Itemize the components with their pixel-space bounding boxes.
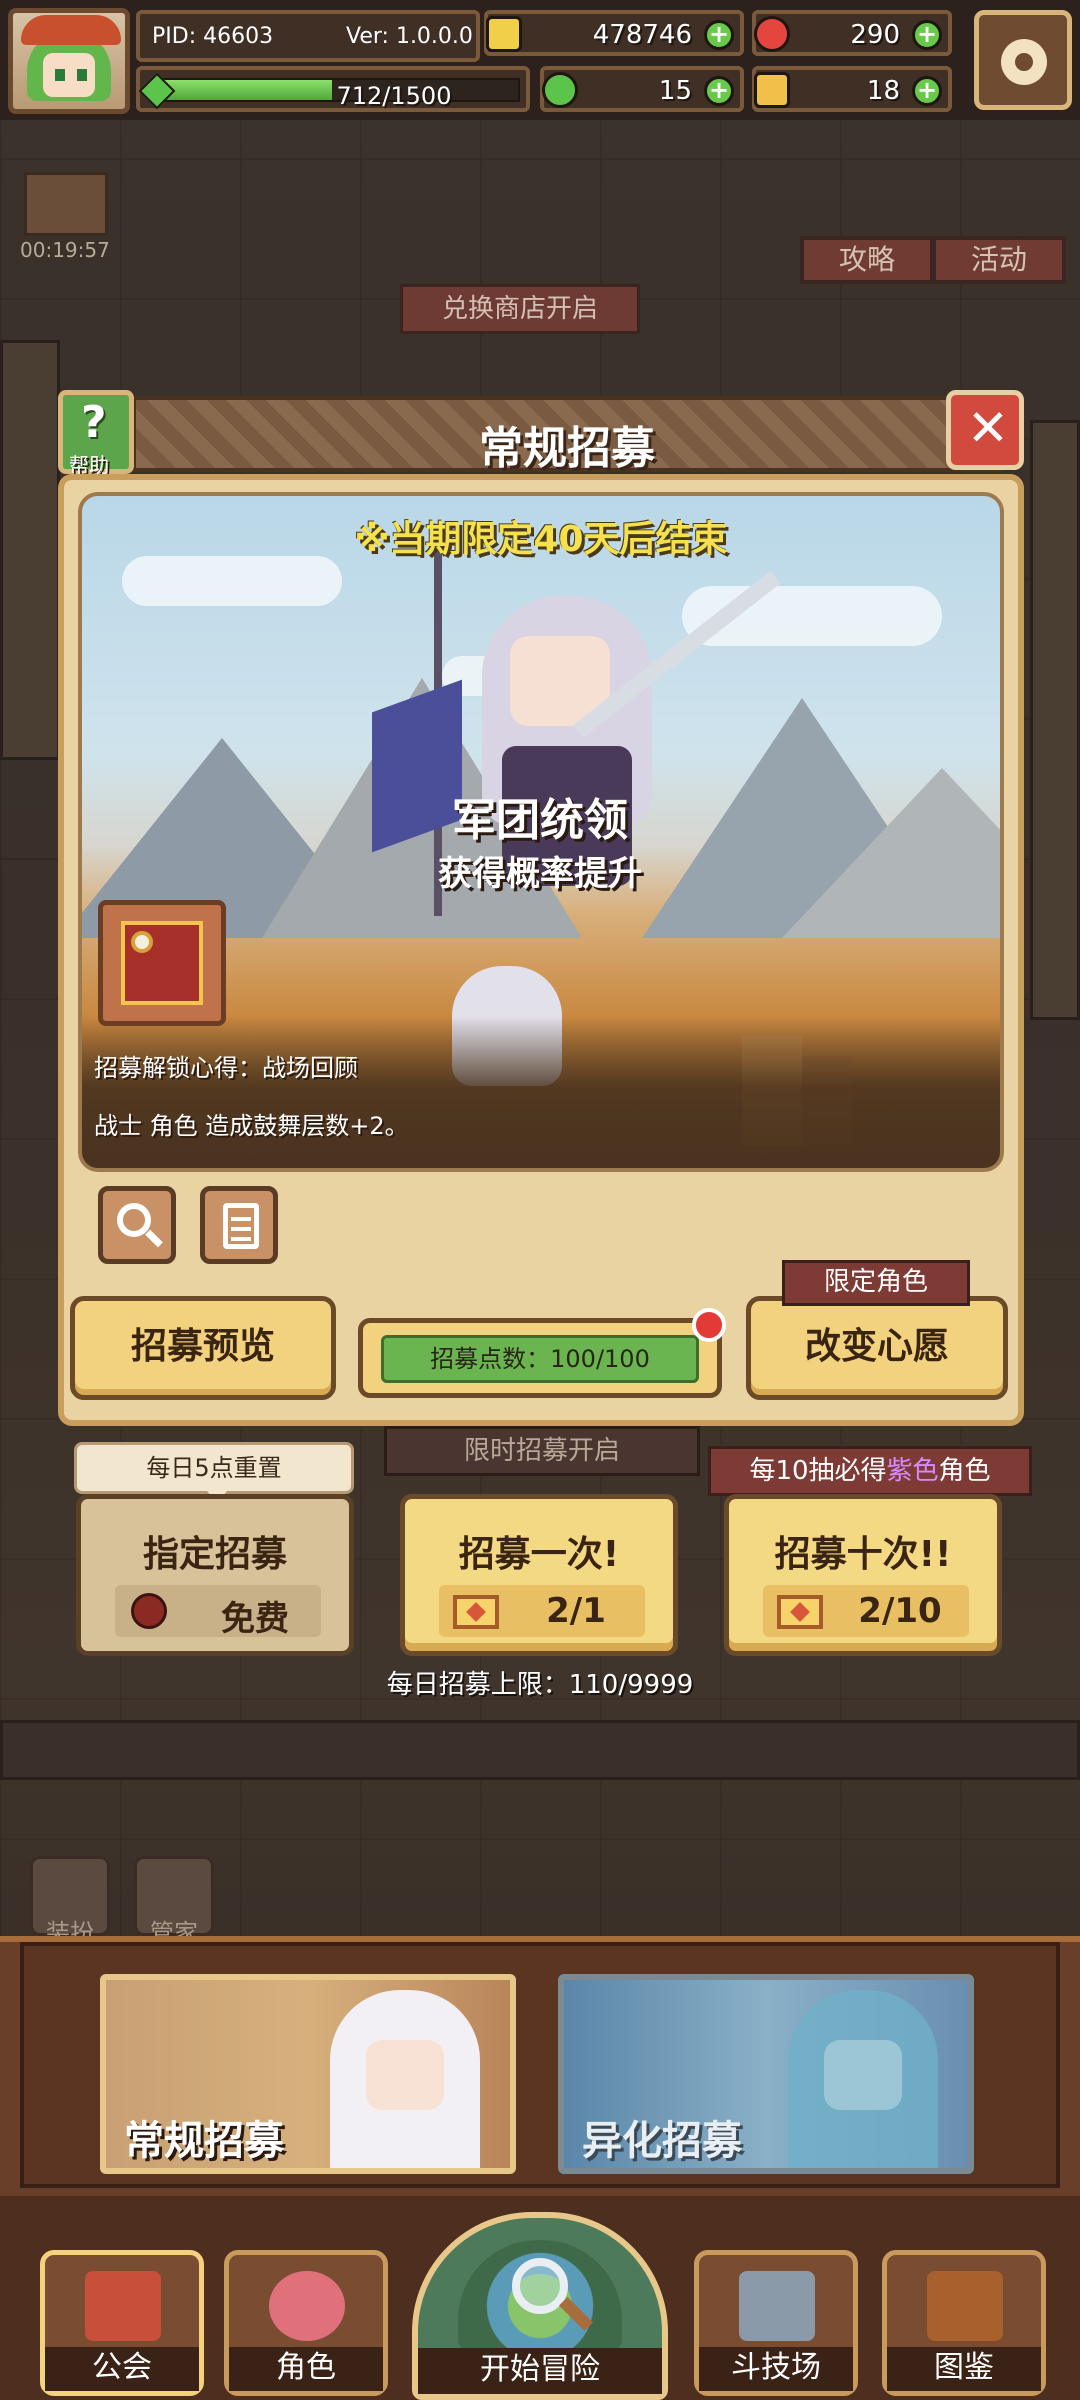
guild-house-icon	[85, 2271, 161, 2341]
background-floor	[0, 1720, 1080, 1780]
inspect-button[interactable]	[98, 1186, 176, 1264]
unlock-insight-description: 战士 角色 造成鼓舞层数+2。	[94, 1112, 409, 1140]
unlock-insight-text: 招募解锁心得：战场回顾	[94, 1054, 358, 1082]
add-gem-button[interactable]: +	[912, 20, 942, 50]
nav-codex[interactable]: 图鉴	[882, 2250, 1046, 2396]
strategy-button: 攻略	[800, 236, 934, 284]
exp-value: 712/1500	[336, 82, 452, 110]
dress-up-button: 装扮	[30, 1856, 110, 1947]
settings-button[interactable]	[974, 10, 1072, 110]
experience-box: 712/1500	[136, 66, 530, 112]
close-button[interactable]: ✕	[946, 390, 1024, 470]
exchange-shop-banner: 兑换商店开启	[400, 284, 640, 334]
recruit-points: 招募点数：100/100	[381, 1335, 699, 1383]
exp-bar: 712/1500	[162, 78, 520, 110]
background-shelf	[0, 340, 60, 760]
recruit-once-label: 招募一次!	[458, 1534, 620, 1575]
add-gold-button[interactable]: +	[704, 20, 734, 50]
crossed-swords-icon	[739, 2271, 815, 2341]
nav-arena-label: 斗技场	[699, 2347, 853, 2391]
modal-title: 常规招募	[479, 423, 655, 474]
normal-recruit-label: 常规招募	[124, 2118, 284, 2164]
help-button[interactable]: ? 帮助	[58, 390, 134, 477]
recruit-ten-button[interactable]: 招募十次!! 2/10	[724, 1494, 1002, 1656]
nav-role-label: 角色	[229, 2347, 383, 2391]
daily-recruit-limit: 每日招募上限：110/9999	[386, 1670, 694, 1700]
heart-ticket-icon	[777, 1595, 823, 1629]
codex-book-icon	[927, 2271, 1003, 2341]
list-icon	[223, 1203, 259, 1249]
gold-currency: 478746 +	[484, 10, 744, 56]
rate-up-text: 获得概率提升	[438, 854, 642, 894]
recruit-once-cost: 2/1	[439, 1585, 645, 1637]
unlock-reward-icon[interactable]	[98, 900, 226, 1026]
recruit-ten-cost-value: 2/10	[858, 1591, 942, 1631]
clover-amount: 15	[658, 76, 692, 106]
add-clover-button[interactable]: +	[704, 76, 734, 106]
banner-notice: ※当期限定40天后结束	[354, 519, 728, 560]
recruit-preview-button[interactable]: 招募预览	[70, 1296, 336, 1400]
clover-currency: 15 +	[540, 66, 744, 112]
alien-recruit-tab[interactable]: 异化招募	[558, 1974, 974, 2174]
ticket-currency: 18 +	[752, 66, 952, 112]
nav-guild-label: 公会	[45, 2347, 199, 2391]
designated-recruit-button[interactable]: 指定招募 免费	[76, 1494, 354, 1656]
normal-recruit-tab[interactable]: 常规招募	[100, 1974, 516, 2174]
character-bear-icon	[269, 2271, 345, 2341]
background-shelf	[1030, 420, 1080, 1020]
ticket-icon	[754, 72, 790, 108]
recruit-once-cost-value: 2/1	[546, 1591, 606, 1631]
recruit-ten-label: 招募十次!!	[774, 1534, 952, 1575]
recruit-ten-cost: 2/10	[763, 1585, 969, 1637]
nav-role[interactable]: 角色	[224, 2250, 388, 2396]
nav-adventure-label: 开始冒险	[418, 2348, 662, 2394]
details-button[interactable]	[200, 1186, 278, 1264]
question-mark-icon: ?	[81, 397, 107, 448]
limited-character-tag: 限定角色	[782, 1260, 970, 1306]
change-wish-button[interactable]: 改变心愿	[746, 1296, 1008, 1400]
ticket-amount: 18	[866, 76, 900, 106]
red-gem-icon	[754, 16, 790, 52]
activity-button: 活动	[932, 236, 1066, 284]
notification-dot	[692, 1308, 726, 1342]
designated-recruit-label: 指定招募	[142, 1534, 287, 1575]
event-timer: 00:19:57	[20, 238, 110, 262]
player-id: PID: 46603	[152, 24, 274, 49]
gem-amount: 290	[850, 20, 900, 50]
ten-pull-guarantee-tag: 每10抽必得紫色角色	[708, 1446, 1032, 1496]
free-label: 免费	[221, 1599, 289, 1639]
limited-recruit-banner: 限时招募开启	[384, 1426, 700, 1476]
player-info-box: PID: 46603 Ver: 1.0.0.0	[136, 10, 480, 62]
gift-icon	[24, 172, 108, 236]
top-hud: PID: 46603 Ver: 1.0.0.0 712/1500 478746 …	[0, 0, 1080, 120]
alien-recruit-label: 异化招募	[582, 2118, 742, 2164]
add-ticket-button[interactable]: +	[912, 76, 942, 106]
player-avatar[interactable]	[8, 8, 130, 114]
recruit-once-button[interactable]: 招募一次! 2/1	[400, 1494, 678, 1656]
nav-codex-label: 图鉴	[887, 2347, 1041, 2391]
clover-icon	[542, 72, 578, 108]
gold-amount: 478746	[592, 20, 692, 50]
orb-icon	[131, 1593, 167, 1629]
gold-coin-icon	[486, 16, 522, 52]
featured-character-name: 军团统领	[452, 795, 628, 846]
close-icon: ✕	[967, 399, 1009, 457]
heart-ticket-icon	[453, 1595, 499, 1629]
designated-cost: 免费	[115, 1585, 321, 1639]
recruit-points-box: 招募点数：100/100	[358, 1318, 722, 1398]
daily-reset-tag: 每日5点重置	[74, 1442, 354, 1503]
gem-currency: 290 +	[752, 10, 952, 56]
nav-guild[interactable]: 公会	[40, 2250, 204, 2396]
nav-arena[interactable]: 斗技场	[694, 2250, 858, 2396]
modal-header: 常规招募	[132, 396, 1002, 474]
game-version: Ver: 1.0.0.0	[346, 24, 473, 49]
butler-button: 管家	[134, 1856, 214, 1947]
